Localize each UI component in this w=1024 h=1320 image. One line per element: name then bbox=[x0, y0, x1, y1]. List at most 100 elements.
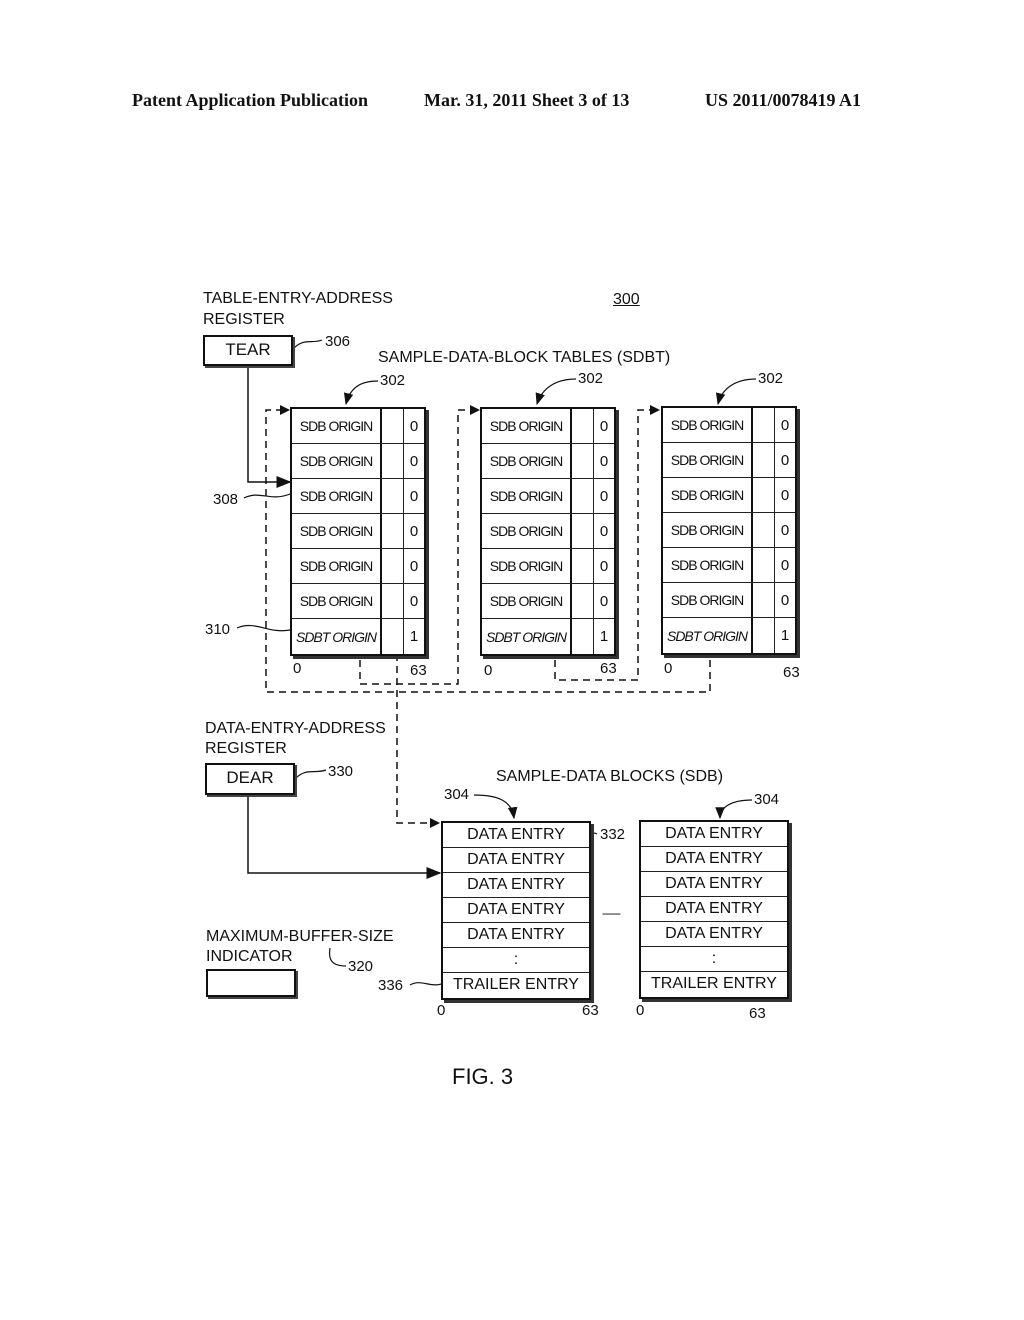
sdbt-origin-cell: SDBT ORIGIN bbox=[663, 618, 753, 653]
sdbt-row: SDB ORIGIN 0 bbox=[292, 584, 424, 619]
sdbt-row: SDB ORIGIN 0 bbox=[292, 479, 424, 514]
sdb-origin-cell: SDB ORIGIN bbox=[663, 408, 753, 442]
sdb-title: SAMPLE-DATA BLOCKS (SDB) bbox=[496, 768, 724, 785]
flag-cell: 0 bbox=[780, 451, 790, 469]
data-entry-row: DATA ENTRY bbox=[641, 847, 787, 872]
flag-cell: 0 bbox=[780, 416, 790, 434]
data-entry-row: DATA ENTRY bbox=[641, 922, 787, 947]
sdbt1-bit-start: 0 bbox=[293, 660, 302, 677]
sdbt2-bit-start: 0 bbox=[484, 662, 493, 679]
sdbt3-bit-start: 0 bbox=[664, 660, 673, 677]
data-entry-row: DATA ENTRY bbox=[443, 848, 589, 873]
sdbt3-bit-end: 63 bbox=[783, 664, 800, 681]
ellipsis-row: : bbox=[443, 948, 589, 973]
sdb-origin-cell: SDB ORIGIN bbox=[482, 479, 572, 513]
sdbt-table-1: SDB ORIGIN 0 SDB ORIGIN 0 SDB ORIGIN 0 SDB … bbox=[290, 407, 426, 656]
flag-cell: 0 bbox=[409, 557, 419, 575]
sdbt-row: SDB ORIGIN 0 bbox=[292, 444, 424, 479]
sdbt2-ref: 302 bbox=[578, 370, 604, 387]
mbs-title-line1: MAXIMUM-BUFFER-SIZE bbox=[206, 928, 394, 945]
sdb2-bit-start: 0 bbox=[636, 1002, 645, 1019]
sdb-block-1: DATA ENTRY DATA ENTRY DATA ENTRY DATA EN… bbox=[441, 821, 591, 1000]
sdb1-bit-start: 0 bbox=[437, 1002, 446, 1019]
dear-ref: 330 bbox=[328, 763, 354, 780]
flag-cell: 0 bbox=[599, 417, 609, 435]
data-entry-row: DATA ENTRY bbox=[641, 822, 787, 847]
sdbt-row: SDB ORIGIN 0 bbox=[663, 443, 795, 478]
sdb-origin-cell: SDB ORIGIN bbox=[482, 514, 572, 548]
tear-title-line1: TABLE-ENTRY-ADDRESS bbox=[203, 290, 393, 307]
mbs-indicator-box bbox=[206, 969, 296, 997]
tear-ref: 306 bbox=[325, 333, 351, 350]
sdb-origin-cell: SDB ORIGIN bbox=[482, 549, 572, 583]
flag-cell: 0 bbox=[599, 592, 609, 610]
sdb-origin-cell: SDB ORIGIN bbox=[482, 444, 572, 478]
sdb-block-2: DATA ENTRY DATA ENTRY DATA ENTRY DATA EN… bbox=[639, 820, 789, 999]
tear-register-box: TEAR bbox=[203, 335, 293, 366]
data-entry-row: DATA ENTRY bbox=[641, 872, 787, 897]
flag-cell: 0 bbox=[599, 452, 609, 470]
sdb-origin-cell: SDB ORIGIN bbox=[482, 584, 572, 618]
sdbt-title: SAMPLE-DATA-BLOCK TABLES (SDBT) bbox=[378, 349, 671, 366]
tear-pointer-line bbox=[247, 366, 292, 488]
flag-cell: 0 bbox=[409, 487, 419, 505]
flag-cell: 0 bbox=[409, 452, 419, 470]
sdb-origin-cell: SDB ORIGIN bbox=[292, 409, 382, 443]
data-entry-row: DATA ENTRY bbox=[641, 897, 787, 922]
sdb-origin-cell: SDB ORIGIN bbox=[663, 443, 753, 477]
sdbt1-ref: 302 bbox=[380, 372, 406, 389]
sdb-origin-cell: SDB ORIGIN bbox=[292, 584, 382, 618]
flag-cell: 0 bbox=[780, 591, 790, 609]
flag-cell: 0 bbox=[780, 556, 790, 574]
sdb2-bit-end: 63 bbox=[749, 1005, 766, 1022]
flag-cell: 0 bbox=[599, 557, 609, 575]
data-entry-row: DATA ENTRY bbox=[443, 823, 589, 848]
sdbt-row: SDB ORIGIN 0 bbox=[482, 584, 614, 619]
sdbt3-ref: 302 bbox=[758, 370, 784, 387]
sdb-origin-cell: SDB ORIGIN bbox=[292, 514, 382, 548]
flag-cell: 1 bbox=[780, 627, 790, 644]
entry-ref-308: 308 bbox=[213, 491, 239, 508]
sdbt-origin-cell: SDBT ORIGIN bbox=[482, 619, 572, 654]
data-entry-ref-332: 332 bbox=[600, 826, 626, 843]
sdb-origin-cell: SDB ORIGIN bbox=[663, 478, 753, 512]
sdb-origin-cell: SDB ORIGIN bbox=[482, 409, 572, 443]
sdbt-row: SDB ORIGIN 0 bbox=[663, 408, 795, 443]
sdb1-bit-end: 63 bbox=[582, 1002, 599, 1019]
sdb-origin-cell: SDB ORIGIN bbox=[663, 513, 753, 547]
data-entry-row: DATA ENTRY bbox=[443, 873, 589, 898]
dear-title-line1: DATA-ENTRY-ADDRESS bbox=[205, 720, 386, 737]
ellipsis-row: : bbox=[641, 947, 787, 972]
sdbt-row: SDB ORIGIN 0 bbox=[482, 514, 614, 549]
blocks-gap-ellipsis: ------ bbox=[602, 906, 621, 920]
trailer-ref-336: 336 bbox=[378, 977, 404, 994]
connector-lines bbox=[236, 339, 757, 986]
sdbt-row: SDB ORIGIN 0 bbox=[482, 409, 614, 444]
flag-cell: 0 bbox=[409, 592, 419, 610]
sdbt-row: SDB ORIGIN 0 bbox=[482, 549, 614, 584]
sdb-origin-cell: SDB ORIGIN bbox=[292, 549, 382, 583]
flag-cell: 0 bbox=[409, 522, 419, 540]
figure-caption: FIG. 3 bbox=[452, 1064, 514, 1089]
flag-cell: 1 bbox=[409, 628, 419, 645]
sdb-origin-cell: SDB ORIGIN bbox=[292, 444, 382, 478]
sdb2-ref: 304 bbox=[754, 791, 780, 808]
sdbt-table-3: SDB ORIGIN 0 SDB ORIGIN 0 SDB ORIGIN 0 SDB … bbox=[661, 406, 797, 655]
trailer-entry-row: TRAILER ENTRY bbox=[453, 976, 579, 993]
sdbt-row: SDBT ORIGIN 1 bbox=[292, 619, 424, 654]
sdbt-row: SDB ORIGIN 0 bbox=[482, 444, 614, 479]
sdbt-row: SDB ORIGIN 0 bbox=[292, 514, 424, 549]
sdbt-table-2: SDB ORIGIN 0 SDB ORIGIN 0 SDB ORIGIN 0 SDB … bbox=[480, 407, 616, 656]
flag-cell: 0 bbox=[780, 486, 790, 504]
sdbt-row: SDB ORIGIN 0 bbox=[482, 479, 614, 514]
mbs-title-line2: INDICATOR bbox=[206, 948, 293, 965]
flag-cell: 0 bbox=[409, 417, 419, 435]
sdbt1-bit-end: 63 bbox=[410, 662, 427, 679]
data-entry-row: DATA ENTRY bbox=[443, 898, 589, 923]
dear-title-line2: REGISTER bbox=[205, 740, 287, 757]
sdb-origin-cell: SDB ORIGIN bbox=[292, 479, 382, 513]
link-ref-310: 310 bbox=[205, 621, 231, 638]
sdbt2-bit-end: 63 bbox=[600, 660, 617, 677]
trailer-entry-row: TRAILER ENTRY bbox=[651, 975, 777, 992]
sdb-origin-cell: SDB ORIGIN bbox=[663, 583, 753, 617]
